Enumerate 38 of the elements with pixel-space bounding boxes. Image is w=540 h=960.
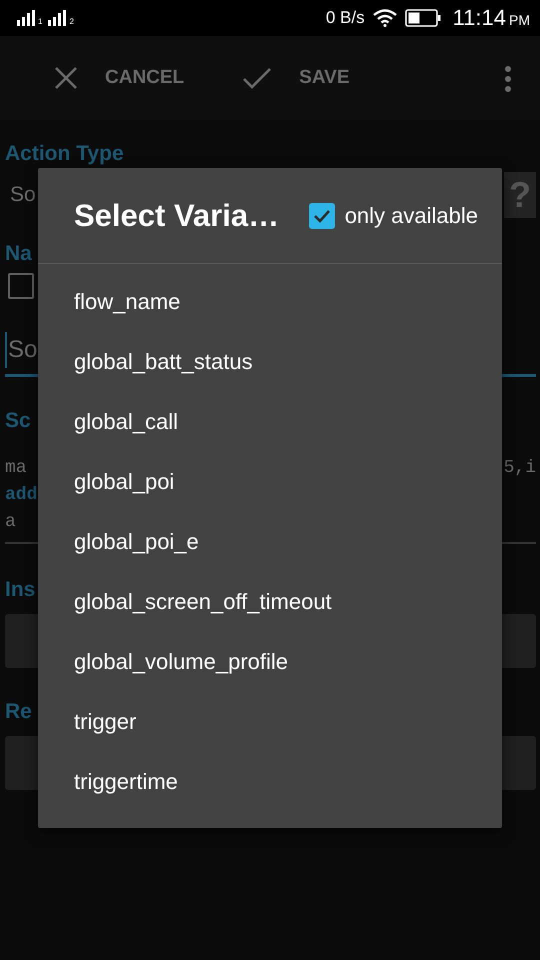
section-label: Sc	[5, 408, 31, 434]
network-speed: 0 B/s	[326, 8, 365, 28]
signal-icon	[17, 10, 37, 26]
checkbox[interactable]	[8, 273, 34, 299]
dialog-title: Select Varia…	[74, 198, 280, 234]
code-text: ma	[5, 457, 27, 480]
battery-icon	[404, 9, 441, 27]
checkmark-icon	[312, 208, 331, 222]
code-text: a	[5, 511, 16, 534]
action-type-dropdown[interactable]: So	[5, 183, 36, 207]
section-label: Action Type	[5, 141, 124, 167]
variable-item[interactable]: global_call	[38, 392, 502, 452]
more-options-icon[interactable]	[504, 66, 512, 92]
section-label: Re	[5, 699, 32, 725]
sim-number: 1	[38, 18, 42, 26]
variable-item[interactable]: trigger	[38, 692, 502, 752]
clock-meridiem: PM	[509, 12, 530, 28]
close-icon	[54, 66, 78, 90]
code-text: add	[5, 484, 38, 507]
section-label: Ins	[5, 577, 36, 603]
only-available-checkbox[interactable]	[308, 202, 335, 228]
signal-icon	[48, 10, 68, 26]
check-icon	[242, 66, 272, 90]
variable-item[interactable]: global_screen_off_timeout	[38, 572, 502, 632]
cancel-button[interactable]: CANCEL	[105, 67, 184, 89]
section-label: Na	[5, 241, 32, 267]
wifi-icon	[372, 9, 397, 27]
save-button[interactable]: SAVE	[299, 67, 350, 89]
variable-item[interactable]: global_poi_e	[38, 512, 502, 572]
sim-number: 2	[69, 18, 74, 26]
clock-time: 11:14	[452, 5, 506, 31]
variable-item[interactable]: global_batt_status	[38, 332, 502, 392]
checkbox-label: only available	[344, 202, 478, 228]
code-text: 5,i	[504, 457, 536, 480]
variable-item[interactable]: flow_name	[38, 272, 502, 332]
variable-item[interactable]: global_poi	[38, 452, 502, 512]
variable-item[interactable]: triggertime	[38, 752, 502, 812]
variable-item[interactable]: global_volume_profile	[38, 632, 502, 692]
